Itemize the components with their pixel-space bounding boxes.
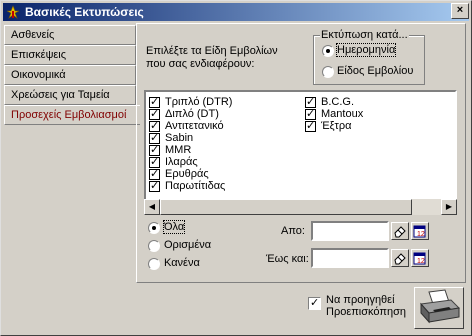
date-to-clear-button[interactable] [391,249,409,267]
calendar-icon: 12 [413,225,426,238]
date-from-clear-button[interactable] [391,222,409,240]
tab-label: Οικονομικά [11,69,66,81]
date-to-calendar-button[interactable]: 12 [411,249,429,267]
close-button[interactable]: × [451,3,469,19]
vaccine-label[interactable]: Mantoux [321,108,363,120]
tab-label: Επισκέψεις [11,49,67,61]
printer-icon [420,289,461,324]
date-to-label: Έως και: [266,253,309,265]
title-bar: Βασικές Εκτυπώσεις [3,3,469,21]
date-from-field[interactable] [311,221,389,241]
vaccine-checklist[interactable]: Τριπλό (DTR) Διπλό (DT) Αντιτετανικό Sab… [144,90,457,214]
preview-checkbox[interactable] [308,296,321,310]
radio-some-label[interactable]: Ορισμένα [164,239,211,251]
preview-label-line2[interactable]: Προεπισκόπηση [326,306,406,318]
app-icon [6,5,20,19]
scroll-right-arrow-icon[interactable]: ▶ [441,199,457,215]
vaccine-label[interactable]: Sabin [165,132,193,144]
vaccine-label[interactable]: Διπλό (DT) [165,108,219,120]
tab-upcoming-vaccinations[interactable]: Προσεχείς Εμβολιασμοί [4,105,140,125]
radio-all-label[interactable]: Όλα [162,220,186,234]
radio-by-date[interactable] [322,45,334,57]
tab-label: Χρεώσεις για Ταμεία [11,89,110,101]
date-to-field[interactable] [311,248,389,268]
calendar-icon: 12 [413,252,426,265]
tab-fund-charges[interactable]: Χρεώσεις για Ταμεία [4,85,136,105]
eraser-icon [394,253,406,265]
svg-text:12: 12 [417,231,425,238]
vaccine-label[interactable]: Παρωτίτιδας [165,180,225,192]
scroll-left-arrow-icon[interactable]: ◀ [144,199,160,215]
print-button[interactable] [414,287,464,329]
tab-financial[interactable]: Οικονομικά [4,65,136,85]
radio-by-vaccine-type-label[interactable]: Είδος Εμβολίου [337,65,413,77]
svg-text:12: 12 [417,258,425,265]
radio-none-label[interactable]: Κανένα [164,257,200,269]
vaccine-label[interactable]: B.C.G. [321,96,354,108]
vaccine-label[interactable]: Ιλαράς [165,156,198,168]
window-title: Βασικές Εκτυπώσεις [25,5,144,19]
tab-label: Ασθενείς [11,29,55,41]
radio-by-date-label[interactable]: Ημερομηνία [335,43,397,57]
radio-none[interactable] [148,258,160,270]
horizontal-scrollbar[interactable]: ◀ ▶ [144,199,457,215]
tab-patients[interactable]: Ασθενείς [4,25,136,45]
eraser-icon [394,226,406,238]
tab-label: Προσεχείς Εμβολιασμοί [11,109,127,121]
scrollbar-thumb[interactable] [160,199,412,215]
date-from-label: Απο: [281,225,305,237]
date-from-calendar-button[interactable]: 12 [411,222,429,240]
vaccine-label[interactable]: Αντιτετανικό [165,120,224,132]
radio-some[interactable] [148,240,160,252]
radio-all[interactable] [148,222,160,234]
instruction-line2: που σας ενδιαφέρουν: [146,58,255,70]
vaccine-label[interactable]: Τριπλό (DTR) [165,96,232,108]
vaccine-checkbox[interactable] [149,179,160,192]
radio-by-vaccine-type[interactable] [322,66,334,78]
vaccine-label[interactable]: MMR [165,144,191,156]
vaccine-checkbox[interactable] [305,119,316,132]
vaccine-label[interactable]: Ερυθράς [165,168,209,180]
instruction-line1: Επιλέξτε τα Είδη Εμβολίων [146,45,278,57]
tab-visits[interactable]: Επισκέψεις [4,45,136,65]
preview-label-line1[interactable]: Να προηγηθεί [326,294,395,306]
print-by-title: Εκτύπωση κατά... [320,29,409,41]
vaccine-label[interactable]: Έξτρα [321,120,352,132]
